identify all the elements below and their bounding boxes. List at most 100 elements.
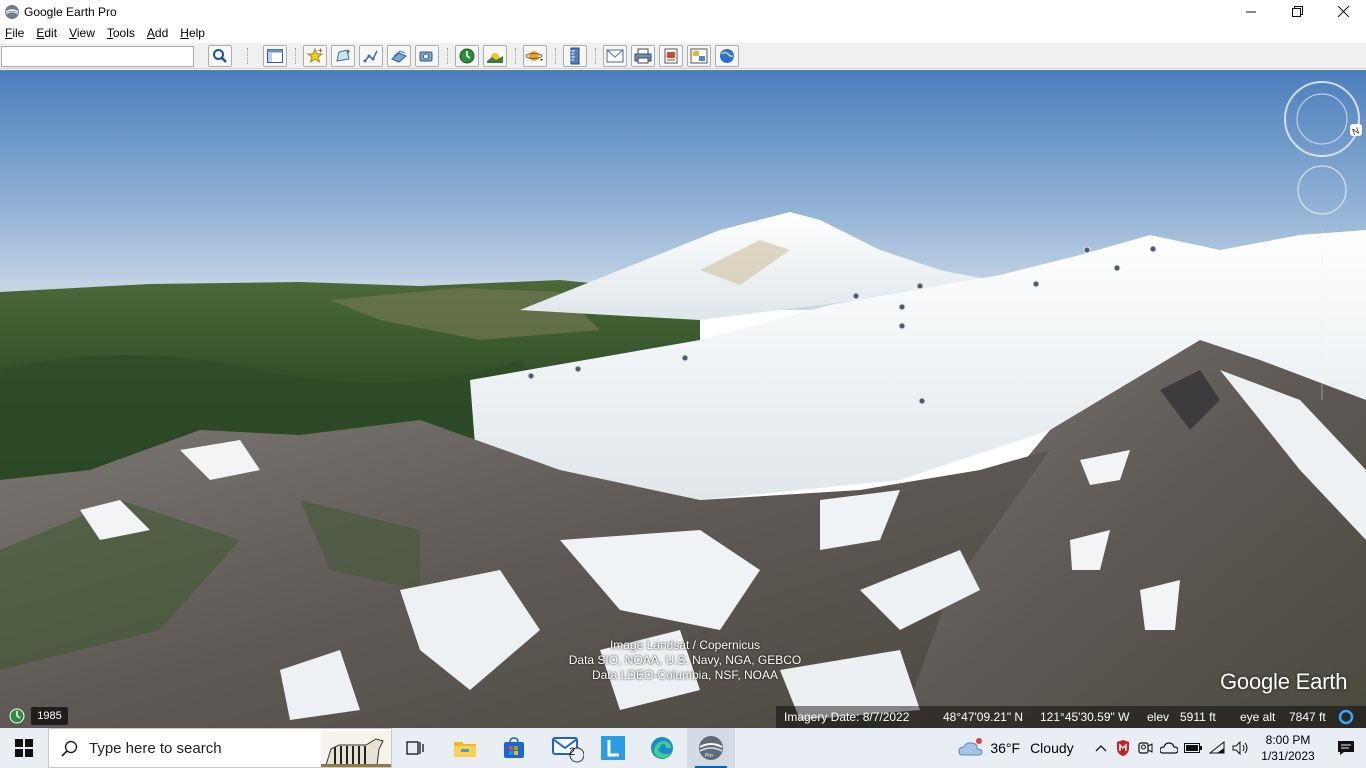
ruler-icon [570, 47, 580, 65]
search-icon [213, 49, 227, 63]
meet-now-icon [1138, 742, 1153, 754]
menu-add[interactable]: Add [142, 26, 173, 40]
historical-year-badge[interactable]: 1985 [31, 707, 68, 725]
add-image-overlay-button[interactable] [387, 45, 411, 67]
edge-icon [651, 737, 673, 759]
weather-widget[interactable]: 36°F Cloudy [946, 728, 1086, 768]
sidebar-toggle-button[interactable] [263, 45, 287, 67]
minimize-button[interactable] [1228, 0, 1274, 23]
ruler-button[interactable] [563, 45, 587, 67]
volume-tray-button[interactable] [1230, 728, 1252, 768]
windows-taskbar: Type here to search 2 Pro 36°F Cloudy 8:… [0, 728, 1366, 768]
svg-text:+: + [346, 47, 351, 56]
sidebar-toggle-icon [267, 49, 283, 63]
clock[interactable]: 8:00 PM 1/31/2023 [1256, 732, 1320, 764]
menu-help[interactable]: Help [175, 26, 210, 40]
show-hidden-icons-button[interactable] [1092, 728, 1110, 768]
search-input[interactable] [1, 46, 194, 67]
image-overlay-icon [391, 50, 407, 63]
close-icon [1337, 6, 1349, 17]
microsoft-store-button[interactable] [490, 728, 538, 768]
mcafee-shield-icon [1117, 740, 1129, 756]
system-tray: 36°F Cloudy 8:00 PM 1/31/2023 [946, 728, 1366, 768]
planets-button[interactable] [523, 45, 547, 67]
start-button[interactable] [0, 728, 48, 768]
view-in-maps-button[interactable] [687, 45, 711, 67]
menu-view[interactable]: View [64, 26, 100, 40]
battery-icon [1184, 743, 1202, 753]
minimize-icon [1246, 11, 1256, 12]
notifications-icon [1338, 741, 1354, 755]
search-icon [61, 740, 78, 757]
google-earth-taskbar-button[interactable]: Pro [687, 728, 735, 768]
task-view-icon [406, 741, 424, 755]
meet-now-tray-button[interactable] [1136, 728, 1154, 768]
latitude: 48°47'09.21" N [943, 710, 1024, 724]
earth-3d-view[interactable]: N Image Landsat / Copernicus Data SIO, N… [0, 70, 1366, 728]
menu-help-rest: elp [188, 26, 205, 40]
record-tour-icon [419, 51, 433, 62]
toolbar-separator [515, 48, 516, 64]
attribution-line-1: Image Landsat / Copernicus [609, 638, 761, 652]
microsoft-store-icon [504, 737, 524, 758]
add-path-button[interactable] [359, 45, 383, 67]
google-earth-app-icon [5, 4, 19, 19]
menu-edit[interactable]: Edit [31, 26, 62, 40]
menu-file[interactable]: File [0, 26, 29, 40]
window-title: Google Earth Pro [24, 4, 117, 19]
svg-text:Pro: Pro [705, 753, 713, 759]
menu-tools[interactable]: Tools [102, 26, 140, 40]
historical-imagery-button[interactable] [455, 45, 479, 67]
l-app-button[interactable] [589, 728, 637, 768]
l-app-icon [601, 736, 625, 760]
sunlight-button[interactable] [483, 45, 507, 67]
onedrive-tray-button[interactable] [1158, 728, 1180, 768]
toolbar-separator [555, 48, 556, 64]
record-tour-button[interactable] [415, 45, 439, 67]
close-button[interactable] [1320, 0, 1366, 23]
menu-bar: File Edit View Tools Add Help [0, 23, 1366, 43]
eye-alt-value: 7847 ft [1289, 710, 1326, 724]
network-tray-button[interactable] [1206, 728, 1228, 768]
mail-unread-badge: 2 [569, 746, 576, 758]
edge-browser-button[interactable] [638, 728, 686, 768]
taskbar-search-box[interactable]: Type here to search [48, 728, 392, 768]
attribution-line-2: Data SIO, NOAA, U.S. Navy, NGA, GEBCO [568, 653, 802, 667]
elevation-value: 5911 ft [1180, 710, 1216, 724]
menu-file-rest: ile [12, 26, 25, 40]
battery-tray-button[interactable] [1182, 728, 1204, 768]
historical-imagery-icon[interactable] [8, 707, 26, 725]
eye-alt-label: eye alt [1240, 710, 1276, 724]
menu-view-rest: iew [76, 26, 95, 40]
search-button[interactable] [208, 45, 232, 67]
file-explorer-icon [454, 742, 476, 757]
print-button[interactable] [631, 45, 655, 67]
add-placemark-button[interactable]: + [303, 45, 327, 67]
task-view-button[interactable] [392, 728, 440, 768]
menu-tools-rest: ools [112, 26, 135, 40]
taskbar-search-placeholder: Type here to search [89, 739, 222, 757]
historical-imagery-icon [459, 48, 475, 64]
clock-time: 8:00 PM [1265, 733, 1311, 747]
toolbar: + + [0, 43, 1366, 69]
onedrive-cloud-icon [1160, 742, 1178, 754]
mcafee-tray-button[interactable] [1114, 728, 1132, 768]
email-button[interactable] [603, 45, 627, 67]
chevron-up-icon [1095, 745, 1107, 752]
path-icon [363, 50, 378, 63]
action-center-button[interactable] [1326, 728, 1366, 768]
file-explorer-button[interactable] [441, 728, 489, 768]
menu-edit-rest: dit [44, 26, 58, 40]
add-polygon-button[interactable]: + [331, 45, 355, 67]
title-bar: Google Earth Pro [0, 0, 1366, 23]
windows-logo-icon [15, 739, 33, 757]
earth-globe-button[interactable] [715, 45, 739, 67]
toolbar-separator [595, 48, 596, 64]
save-image-button[interactable] [659, 45, 683, 67]
imagery-date: Imagery Date: 8/7/2022 [784, 710, 910, 724]
toolbar-separator [295, 48, 296, 64]
mail-button[interactable]: 2 [540, 728, 588, 768]
save-image-icon [664, 48, 678, 64]
restore-button[interactable] [1274, 0, 1320, 23]
zebra-search-highlight-icon [321, 731, 391, 767]
